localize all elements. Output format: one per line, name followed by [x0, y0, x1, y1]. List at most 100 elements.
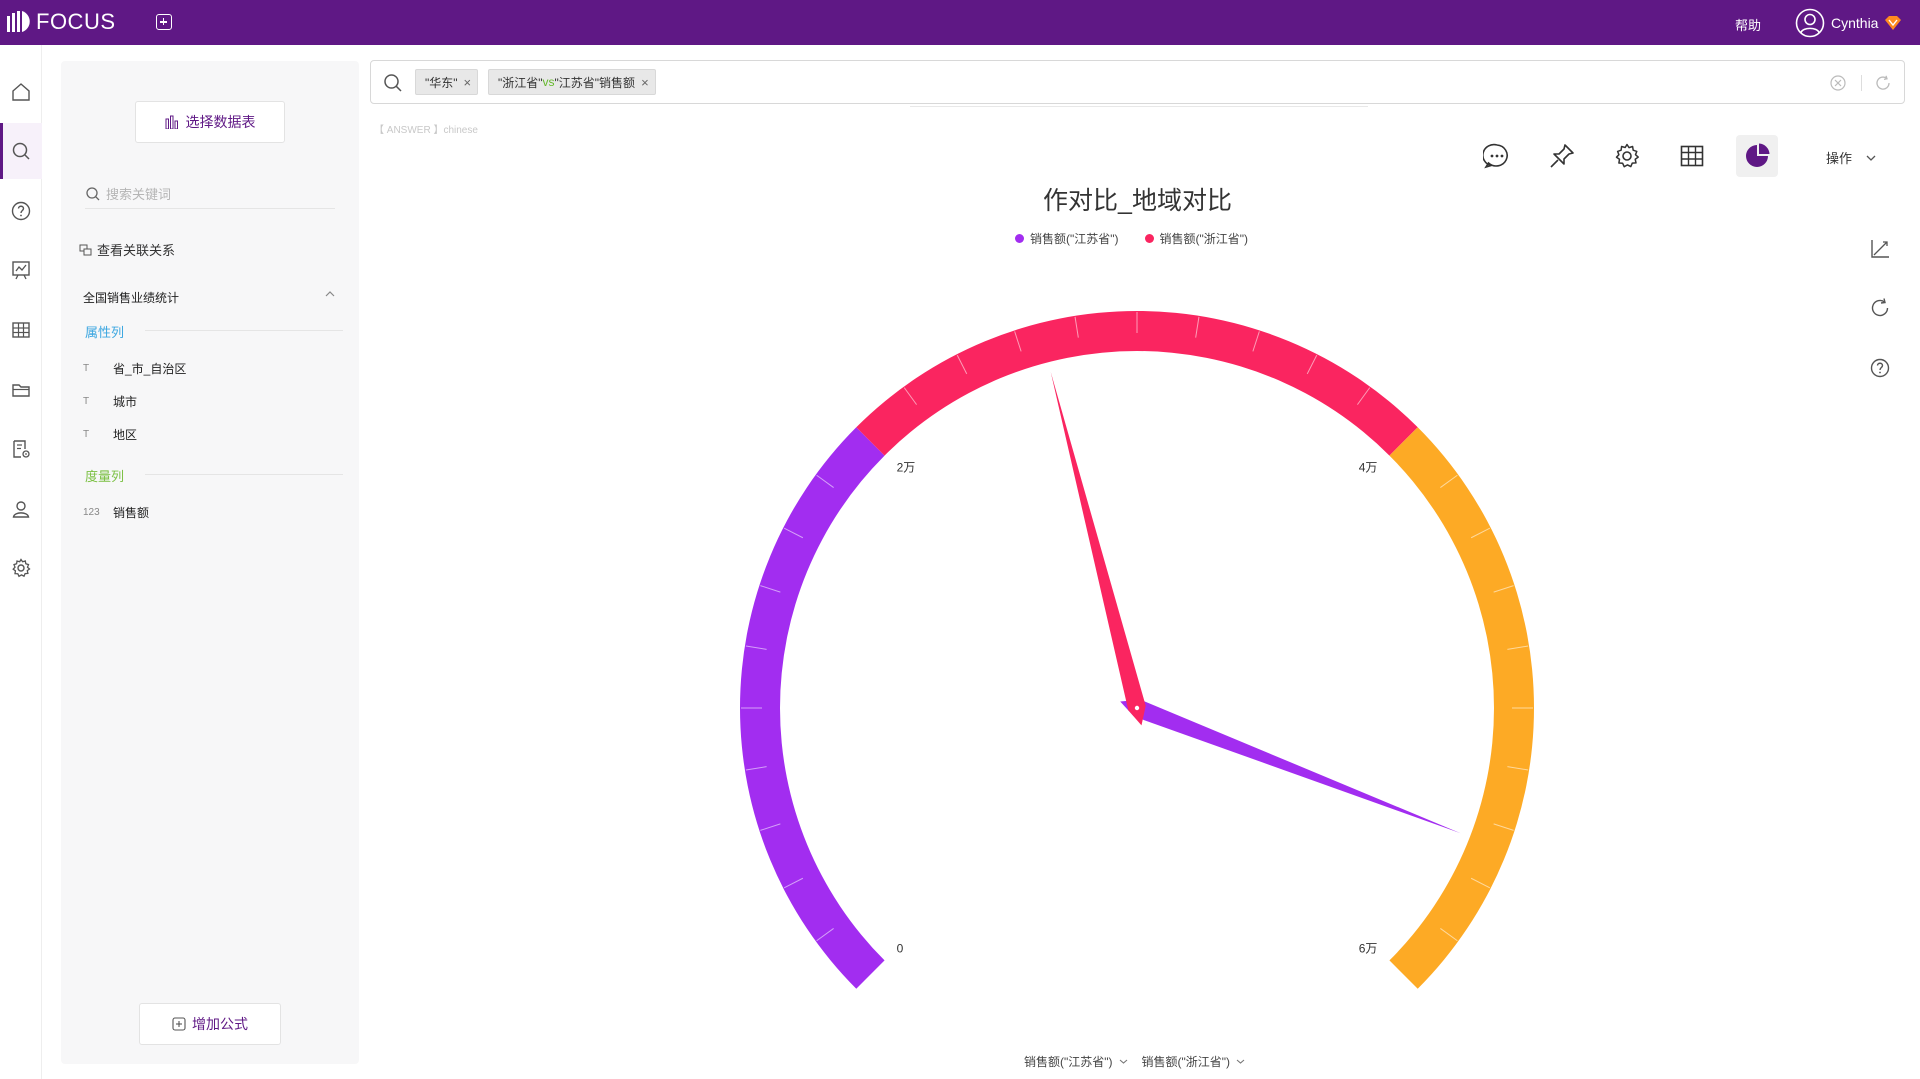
add-formula-label: 增加公式 [192, 1016, 248, 1032]
chart-legend: 销售额("江苏省") 销售额("浙江省") [1015, 230, 1274, 247]
legend-dot [1015, 234, 1024, 243]
bar-chart-icon [165, 115, 178, 129]
close-icon[interactable]: × [641, 75, 649, 90]
search-token[interactable]: "华东" × [415, 69, 479, 95]
nav-user[interactable] [0, 481, 42, 537]
number-type-icon: 123 [83, 507, 100, 518]
data-panel: 选择数据表 搜索关键词 查看关联关系 全国销售业绩统计 属性列 T 省_市_自治… [61, 61, 359, 1064]
add-formula-button[interactable]: 增加公式 [139, 1003, 281, 1045]
column-item[interactable]: T 地区 [83, 426, 137, 443]
gear-icon [12, 558, 31, 578]
nav-board[interactable] [0, 242, 42, 298]
text-type-icon: T [83, 429, 90, 440]
chart-type-button[interactable] [1736, 135, 1778, 177]
nav-question[interactable] [0, 183, 42, 239]
plus-square-icon [172, 1017, 186, 1031]
nav-search[interactable] [0, 123, 42, 179]
column-name: 城市 [113, 395, 138, 409]
token-text-post: "江苏省"销售额 [554, 75, 636, 90]
search-icon [86, 186, 100, 200]
refresh-icon [1871, 298, 1889, 317]
keyword-search-placeholder: 搜索关键词 [106, 187, 172, 202]
axis-button[interactable] [1868, 237, 1892, 261]
legend-dot [1144, 234, 1154, 243]
avatar-icon [1795, 8, 1825, 38]
table-name[interactable]: 全国销售业绩统计 [83, 289, 179, 306]
chevron-up-icon[interactable] [325, 290, 335, 298]
vip-badge-icon [1885, 16, 1902, 30]
text-type-icon: T [83, 363, 90, 374]
column-name: 地区 [113, 428, 138, 442]
help-link[interactable]: 帮助 [1735, 15, 1761, 34]
axis-icon [1871, 240, 1889, 258]
search-bar[interactable]: "华东" × "浙江省" vs "江苏省"销售额 × [370, 60, 1905, 104]
nav-home[interactable] [0, 64, 42, 120]
measure-columns-title: 度量列 [85, 469, 125, 484]
keyword-search-input[interactable]: 搜索关键词 [85, 179, 335, 209]
nav-table[interactable] [0, 302, 42, 358]
select-table-label: 选择数据表 [185, 114, 256, 130]
pie-chart-icon [1746, 143, 1770, 167]
table-icon [1680, 145, 1704, 167]
question-icon [1870, 358, 1890, 378]
help-button[interactable] [1868, 356, 1892, 380]
chevron-down-icon [1119, 1059, 1127, 1064]
select-table-button[interactable]: 选择数据表 [135, 101, 285, 143]
chart-settings-button[interactable] [1606, 135, 1648, 177]
board-icon [12, 261, 30, 280]
view-relations-label: 查看关联关系 [97, 243, 176, 258]
chevron-down-icon [1236, 1059, 1245, 1064]
legend-item[interactable]: 销售额("江苏省") [1015, 230, 1119, 247]
token-vs: vs [542, 75, 555, 89]
nav-folder[interactable] [0, 362, 42, 418]
column-item[interactable]: T 省_市_自治区 [83, 360, 186, 377]
attribute-columns-title: 属性列 [85, 325, 125, 340]
column-item[interactable]: T 城市 [83, 393, 137, 410]
user-name: Cynthia [1831, 15, 1879, 31]
refresh-icon[interactable] [1874, 74, 1892, 92]
close-icon[interactable]: × [464, 75, 472, 90]
divider [910, 106, 1368, 107]
divider [145, 474, 343, 475]
series-selector[interactable]: 销售额("浙江省") [1142, 1053, 1246, 1070]
new-tab-button[interactable] [156, 14, 172, 30]
search-token[interactable]: "浙江省" vs "江苏省"销售额 × [488, 69, 656, 95]
comment-icon [1483, 143, 1508, 169]
column-name: 销售额 [113, 506, 150, 520]
token-text-pre: "浙江省" [498, 75, 543, 90]
token-text: "华东" [425, 75, 458, 90]
chevron-down-icon [1866, 155, 1876, 161]
gauge-tick-label: 2万 [897, 461, 916, 475]
refresh-button[interactable] [1868, 296, 1892, 320]
gauge-chart: 0 2万 4万 6万 [740, 311, 1534, 989]
table-view-button[interactable] [1671, 135, 1713, 177]
comment-button[interactable] [1476, 135, 1518, 177]
view-relations-link[interactable]: 查看关联关系 [79, 240, 175, 259]
series-selector[interactable]: 销售额("江苏省") [1024, 1053, 1128, 1070]
gauge-tick-label: 6万 [1359, 941, 1378, 955]
user-menu[interactable]: Cynthia [1795, 8, 1902, 38]
column-item[interactable]: 123 销售额 [83, 504, 149, 521]
nav-data-settings[interactable] [0, 421, 42, 477]
nav-settings[interactable] [0, 540, 42, 596]
gear-icon [1615, 143, 1639, 168]
gauge-pivot [1134, 705, 1140, 711]
clear-icon[interactable] [1829, 74, 1847, 92]
series-selector-label: 销售额("江苏省") [1024, 1055, 1113, 1069]
data-settings-icon [13, 440, 30, 458]
link-icon [79, 244, 92, 255]
logo-icon [7, 11, 30, 32]
legend-label: 销售额("浙江省") [1159, 232, 1249, 246]
top-bar: FOCUS 帮助 Cynthia [0, 0, 1920, 45]
search-icon [12, 142, 30, 160]
legend-item[interactable]: 销售额("浙江省") [1144, 230, 1249, 247]
search-icon [384, 74, 402, 92]
left-rail [0, 45, 42, 1079]
gauge-needle [1120, 699, 1461, 834]
series-selectors: 销售额("江苏省") 销售额("浙江省") [1024, 1053, 1259, 1070]
gauge-needle [1050, 371, 1146, 726]
operations-menu[interactable]: 操作 [1826, 148, 1876, 167]
focus-logo[interactable]: FOCUS [6, 9, 116, 35]
pin-button[interactable] [1541, 135, 1583, 177]
answer-tag: 【 ANSWER 】chinese [374, 125, 478, 136]
